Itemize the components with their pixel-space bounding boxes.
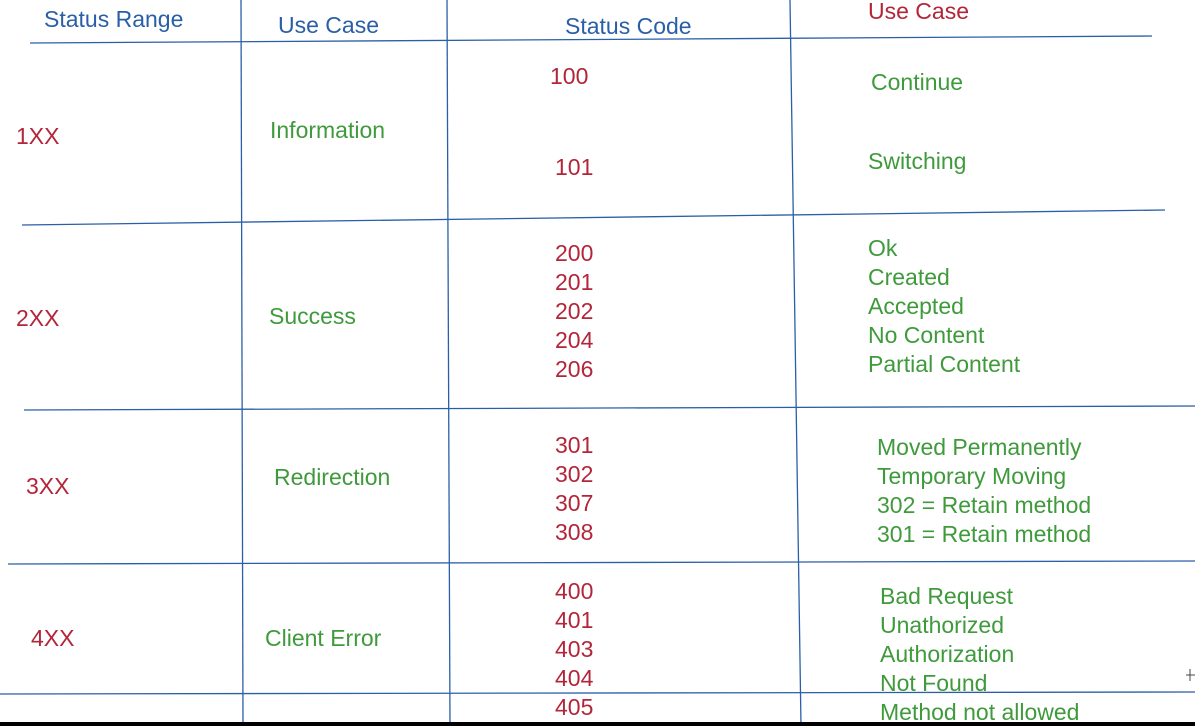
column-divider — [240, 0, 244, 726]
code-200: 200 — [555, 240, 594, 266]
meanings-4xx: Bad Request Unathorized Authorization No… — [880, 582, 1079, 727]
meaning-accepted: Accepted — [868, 293, 964, 319]
status-code-table: Status Range Use Case Status Code Use Ca… — [0, 0, 1195, 726]
code-302: 302 — [555, 461, 594, 487]
meaning-created: Created — [868, 264, 950, 290]
codes-3xx: 301 302 307 308 — [555, 431, 593, 547]
column-divider — [446, 0, 451, 726]
category-success: Success — [269, 303, 356, 329]
category-client-error: Client Error — [265, 625, 382, 651]
meaning-ok: Ok — [868, 235, 898, 261]
meaning-switching: Switching — [868, 148, 967, 174]
meanings-2xx: Ok Created Accepted No Content Partial C… — [868, 234, 1020, 379]
column-divider — [789, 0, 802, 726]
codes-2xx: 200 201 202 204 206 — [555, 239, 593, 384]
code-400: 400 — [555, 578, 594, 604]
meaning-302-retain: 302 = Retain method — [877, 492, 1092, 518]
code-202: 202 — [555, 298, 594, 324]
codes-4xx: 400 401 403 404 405 — [555, 577, 593, 722]
row-divider — [21, 209, 1166, 226]
code-100: 100 — [550, 63, 589, 89]
meaning-moved-permanently: Moved Permanently — [877, 434, 1082, 460]
meaning-partial-content: Partial Content — [868, 351, 1021, 377]
code-405: 405 — [555, 694, 594, 720]
code-403: 403 — [555, 636, 594, 662]
row-divider — [23, 405, 1195, 411]
range-2xx: 2XX — [16, 305, 60, 331]
category-information: Information — [270, 117, 386, 143]
code-101: 101 — [555, 154, 594, 180]
code-301: 301 — [555, 432, 594, 458]
range-4xx: 4XX — [31, 625, 75, 651]
meaning-not-found: Not Found — [880, 670, 988, 696]
meaning-301-retain: 301 = Retain method — [877, 521, 1092, 547]
header-use-case: Use Case — [278, 12, 379, 38]
meaning-authorization: Authorization — [880, 641, 1015, 667]
row-divider — [7, 560, 1195, 565]
meaning-temporary-moving: Temporary Moving — [877, 463, 1067, 489]
code-204: 204 — [555, 327, 594, 353]
code-308: 308 — [555, 519, 594, 545]
meanings-3xx: Moved Permanently Temporary Moving 302 =… — [877, 433, 1091, 549]
meaning-continue: Continue — [871, 69, 964, 95]
meaning-unathorized: Unathorized — [880, 612, 1005, 638]
category-redirection: Redirection — [274, 464, 391, 490]
meaning-no-content: No Content — [868, 322, 985, 348]
code-404: 404 — [555, 665, 594, 691]
code-401: 401 — [555, 607, 594, 633]
header-status-code: Status Code — [565, 13, 692, 39]
code-201: 201 — [555, 269, 594, 295]
header-status-range: Status Range — [44, 6, 184, 32]
window-bottom-edge — [0, 722, 1195, 726]
header-use-case-detail: Use Case — [868, 0, 969, 24]
meaning-bad-request: Bad Request — [880, 583, 1013, 609]
range-3xx: 3XX — [26, 473, 70, 499]
code-307: 307 — [555, 490, 594, 516]
range-1xx: 1XX — [16, 123, 60, 149]
code-206: 206 — [555, 356, 594, 382]
